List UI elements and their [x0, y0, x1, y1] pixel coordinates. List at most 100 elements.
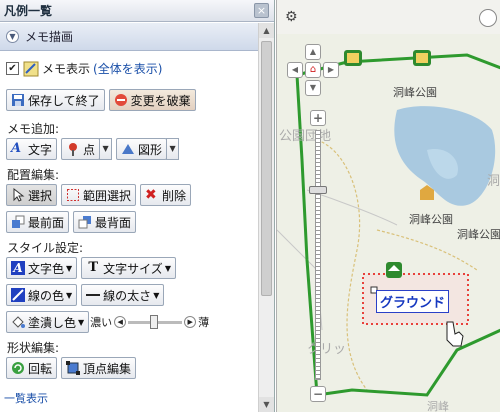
pan-up-icon[interactable]: ▲: [305, 44, 321, 60]
text-color-icon: A: [11, 261, 25, 275]
scroll-down-icon[interactable]: ▼: [259, 397, 274, 412]
memo-text-ground[interactable]: グラウンド: [376, 290, 450, 313]
style-row-3: 塗潰し色 ▼ 濃い ◀ ▶ 薄: [6, 311, 209, 333]
memo-display-checkbox[interactable]: ✔: [6, 62, 19, 75]
zoom-thumb[interactable]: [309, 186, 327, 194]
add-shape-label: 図形: [138, 142, 163, 157]
map-label-park-top: 洞峰公園: [393, 86, 437, 99]
line-width-icon: [86, 288, 101, 302]
add-text-label: 文字: [28, 142, 53, 157]
map-tool-icon[interactable]: ⚙: [285, 9, 301, 25]
map-corner-control[interactable]: [479, 9, 497, 27]
fill-color-button[interactable]: 塗潰し色 ▼: [6, 311, 90, 333]
rotate-icon: [11, 361, 25, 375]
save-exit-button[interactable]: 保存して終了: [6, 89, 105, 111]
discard-button[interactable]: 変更を破棄: [108, 89, 196, 111]
panel-content: ✔ メモ表示 (全体を表示) 保存して終了 変更を破棄 メモ追加: A 文字 点…: [0, 52, 258, 392]
show-all-link[interactable]: (全体を表示): [93, 60, 162, 77]
add-text-button[interactable]: A 文字: [6, 138, 58, 160]
layout-edit-label: 配置編集:: [7, 168, 60, 182]
list-view-link[interactable]: 一覧表示: [4, 390, 48, 406]
line-color-label: 線の色: [28, 288, 65, 303]
panel-scrollbar[interactable]: ▲ ▼: [258, 23, 274, 412]
chevron-down-icon: ▼: [6, 30, 19, 43]
panel-title: 凡例一覧: [0, 0, 274, 22]
line-color-button[interactable]: 線の色 ▼: [6, 284, 78, 306]
shape-edit-row: 回転 頂点編集: [6, 357, 140, 379]
opacity-dark-label: 濃い: [90, 316, 113, 329]
zoom-in-icon[interactable]: +: [310, 110, 326, 126]
pan-down-icon[interactable]: ▼: [305, 80, 321, 96]
scroll-thumb[interactable]: [261, 41, 272, 296]
zoom-control: + −: [309, 110, 327, 406]
save-discard-row: 保存して終了 変更を破棄: [6, 89, 200, 111]
bring-front-icon: [11, 215, 25, 229]
text-size-chevron-down-icon: ▼: [164, 263, 171, 273]
memo-display-label: メモ表示: [42, 62, 91, 76]
bring-front-button[interactable]: 最前面: [6, 211, 70, 233]
line-color-icon: [11, 288, 25, 302]
layout-edit-row: 選択 範囲選択 ✖ 削除: [6, 184, 195, 206]
map-label-right-faint-2: 洞峰: [427, 400, 449, 412]
text-color-button[interactable]: A 文字色 ▼: [6, 257, 78, 279]
pan-left-icon[interactable]: ◀: [287, 62, 303, 78]
scroll-up-icon[interactable]: ▲: [259, 23, 274, 38]
style-settings-label: スタイル設定:: [7, 241, 84, 255]
memo-display-icon: [23, 61, 39, 77]
text-size-button[interactable]: T 文字サイズ ▼: [81, 257, 176, 279]
map-label-right-faint: 洞: [487, 174, 500, 189]
style-row-1: A 文字色 ▼ T 文字サイズ ▼: [6, 257, 180, 279]
point-dropdown-chevron-down-icon[interactable]: ▼: [99, 138, 113, 160]
line-width-label: 線の太さ: [103, 288, 152, 303]
send-back-button[interactable]: 最背面: [73, 211, 137, 233]
close-icon[interactable]: ×: [254, 3, 269, 18]
opacity-slider[interactable]: ◀ ▶: [114, 315, 197, 329]
line-width-button[interactable]: 線の太さ ▼: [81, 284, 165, 306]
vertex-edit-label: 頂点編集: [83, 361, 132, 376]
vertex-edit-button[interactable]: 頂点編集: [61, 357, 137, 379]
map-pan-control: ▲ ◀ ▶ ▼ ⌂: [287, 44, 339, 96]
text-a-icon: A: [11, 141, 22, 156]
zoom-track[interactable]: [315, 130, 321, 380]
fill-color-chevron-down-icon: ▼: [78, 317, 85, 327]
slider-left-arrow-icon[interactable]: ◀: [114, 316, 127, 328]
text-color-label: 文字色: [28, 261, 65, 276]
section-title: メモ描画: [25, 30, 74, 44]
slider-right-arrow-icon[interactable]: ▶: [184, 316, 197, 328]
range-select-button[interactable]: 範囲選択: [61, 184, 137, 206]
rotate-label: 回転: [28, 361, 53, 376]
text-color-chevron-down-icon: ▼: [66, 263, 73, 273]
send-back-icon: [78, 215, 92, 229]
zoom-out-icon[interactable]: −: [310, 386, 326, 402]
map-view[interactable]: ⚙ 洞峰公園 公園団地 洞峰公園 洞峰公園 クリッ 洞 洞峰 グラウンド ▲ ◀…: [276, 0, 500, 412]
send-back-label: 最背面: [95, 215, 132, 230]
save-exit-label: 保存して終了: [28, 93, 100, 108]
line-color-chevron-down-icon: ▼: [66, 290, 73, 300]
text-size-icon: T: [88, 260, 99, 275]
cursor-arrow-icon: [11, 187, 25, 202]
memo-add-label: メモ追加:: [7, 122, 60, 136]
add-point-button[interactable]: 点: [61, 138, 101, 160]
select-button[interactable]: 選択: [6, 184, 58, 206]
line-width-chevron-down-icon: ▼: [153, 290, 160, 300]
delete-button[interactable]: ✖ 削除: [140, 184, 192, 206]
home-icon[interactable]: ⌂: [305, 62, 321, 78]
memo-display-row: ✔ メモ表示 (全体を表示): [6, 60, 162, 77]
delete-label: 削除: [162, 188, 187, 203]
paint-bucket-icon: [11, 315, 25, 329]
bring-front-label: 最前面: [28, 215, 65, 230]
map-label-area: 洞峰公園: [409, 213, 453, 226]
slider-thumb[interactable]: [150, 315, 159, 329]
memo-add-row: A 文字 点 ▼ 図形 ▼: [6, 138, 183, 160]
map-label-park-mid: 洞峰公園: [457, 228, 500, 241]
discard-icon: [114, 93, 128, 107]
select-label: 選択: [28, 188, 53, 203]
delete-x-icon: ✖: [145, 187, 157, 203]
add-shape-button[interactable]: 図形: [116, 138, 168, 160]
add-point-label: 点: [83, 142, 96, 157]
pan-right-icon[interactable]: ▶: [323, 62, 339, 78]
memo-draw-section-header[interactable]: ▼ メモ描画: [0, 23, 258, 51]
rotate-button[interactable]: 回転: [6, 357, 58, 379]
map-toolbar: ⚙: [277, 0, 500, 34]
shape-dropdown-chevron-down-icon[interactable]: ▼: [166, 138, 180, 160]
